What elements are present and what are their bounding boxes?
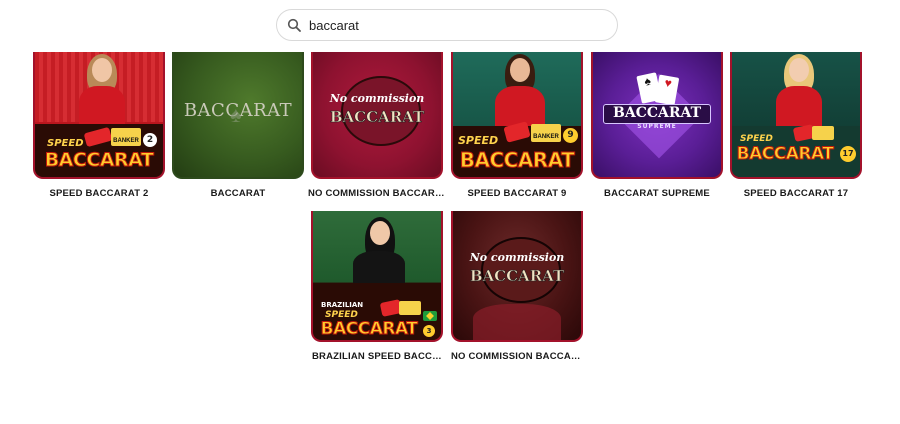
speed-label: SPEED [458, 134, 499, 147]
supreme-label: SUPREME [637, 123, 677, 130]
game-title[interactable]: BACCARAT [169, 188, 307, 199]
game-tile-no-commission-baccarat[interactable]: No commission BACCARAT [311, 52, 443, 179]
brazil-flag-icon [423, 311, 437, 321]
game-title[interactable]: SPEED BACCARAT 9 [448, 188, 586, 199]
search-bar[interactable] [276, 9, 618, 41]
table-number: 3 [423, 325, 435, 337]
no-commission-label: No commission [329, 92, 425, 105]
table-number: 9 [563, 128, 578, 143]
game-tile-speed-baccarat-2[interactable]: SPEED BANKER 2 BACCARAT [33, 52, 165, 179]
speed-label: SPEED [47, 138, 84, 149]
game-tile-speed-baccarat-17[interactable]: SPEED BACCARAT 17 [730, 52, 862, 179]
game-title[interactable]: NO COMMISSION BACCARA... [308, 188, 446, 199]
banker-label: BANKER [113, 138, 139, 144]
game-title[interactable]: SPEED BACCARAT 2 [30, 188, 168, 199]
spade-icon: ♠ [230, 102, 242, 127]
brazilian-label: BRAZILIAN [321, 301, 364, 309]
baccarat-logo: BACCARAT [320, 319, 418, 340]
game-title[interactable]: BACCARAT SUPREME [588, 188, 726, 199]
blurred-dealer [473, 304, 561, 340]
game-title[interactable]: NO COMMISSION BACCARA... [451, 351, 585, 362]
baccarat-logo: BACCARAT [459, 148, 575, 173]
search-input[interactable] [309, 17, 599, 33]
baccarat-logo: BACCARAT [329, 108, 425, 127]
banker-card-icon: BANKER [531, 124, 561, 142]
search-icon [287, 18, 301, 32]
game-title[interactable]: SPEED BACCARAT 17 [727, 188, 865, 199]
game-tile-baccarat-supreme[interactable]: ♠ ♥ BACCARAT SUPREME [591, 52, 723, 179]
baccarat-logo: BACCARAT [44, 149, 154, 172]
table-number: 17 [840, 146, 856, 162]
no-commission-label: No commission [469, 251, 565, 264]
speed-label: SPEED [740, 134, 773, 144]
banker-card-icon [399, 301, 421, 315]
game-tile-baccarat[interactable]: BACCARAT ♠ [172, 52, 304, 179]
baccarat-logo: BACCARAT [469, 267, 565, 286]
baccarat-logo: BACCARAT [613, 105, 701, 121]
game-title[interactable]: BRAZILIAN SPEED BACCARA... [312, 351, 446, 362]
baccarat-logo: BACCARAT [736, 144, 834, 165]
game-tile-no-commission-baccarat-2[interactable]: No commission BACCARAT [451, 211, 583, 342]
banker-label: BANKER [533, 134, 559, 140]
game-tile-brazilian-speed-baccarat[interactable]: BRAZILIAN SPEED BACCARAT 3 [311, 211, 443, 342]
banker-card-icon: BANKER [111, 128, 141, 146]
game-tile-speed-baccarat-9[interactable]: SPEED BANKER 9 BACCARAT [451, 52, 583, 179]
banker-card-icon [812, 126, 834, 140]
table-number: 2 [143, 133, 157, 147]
